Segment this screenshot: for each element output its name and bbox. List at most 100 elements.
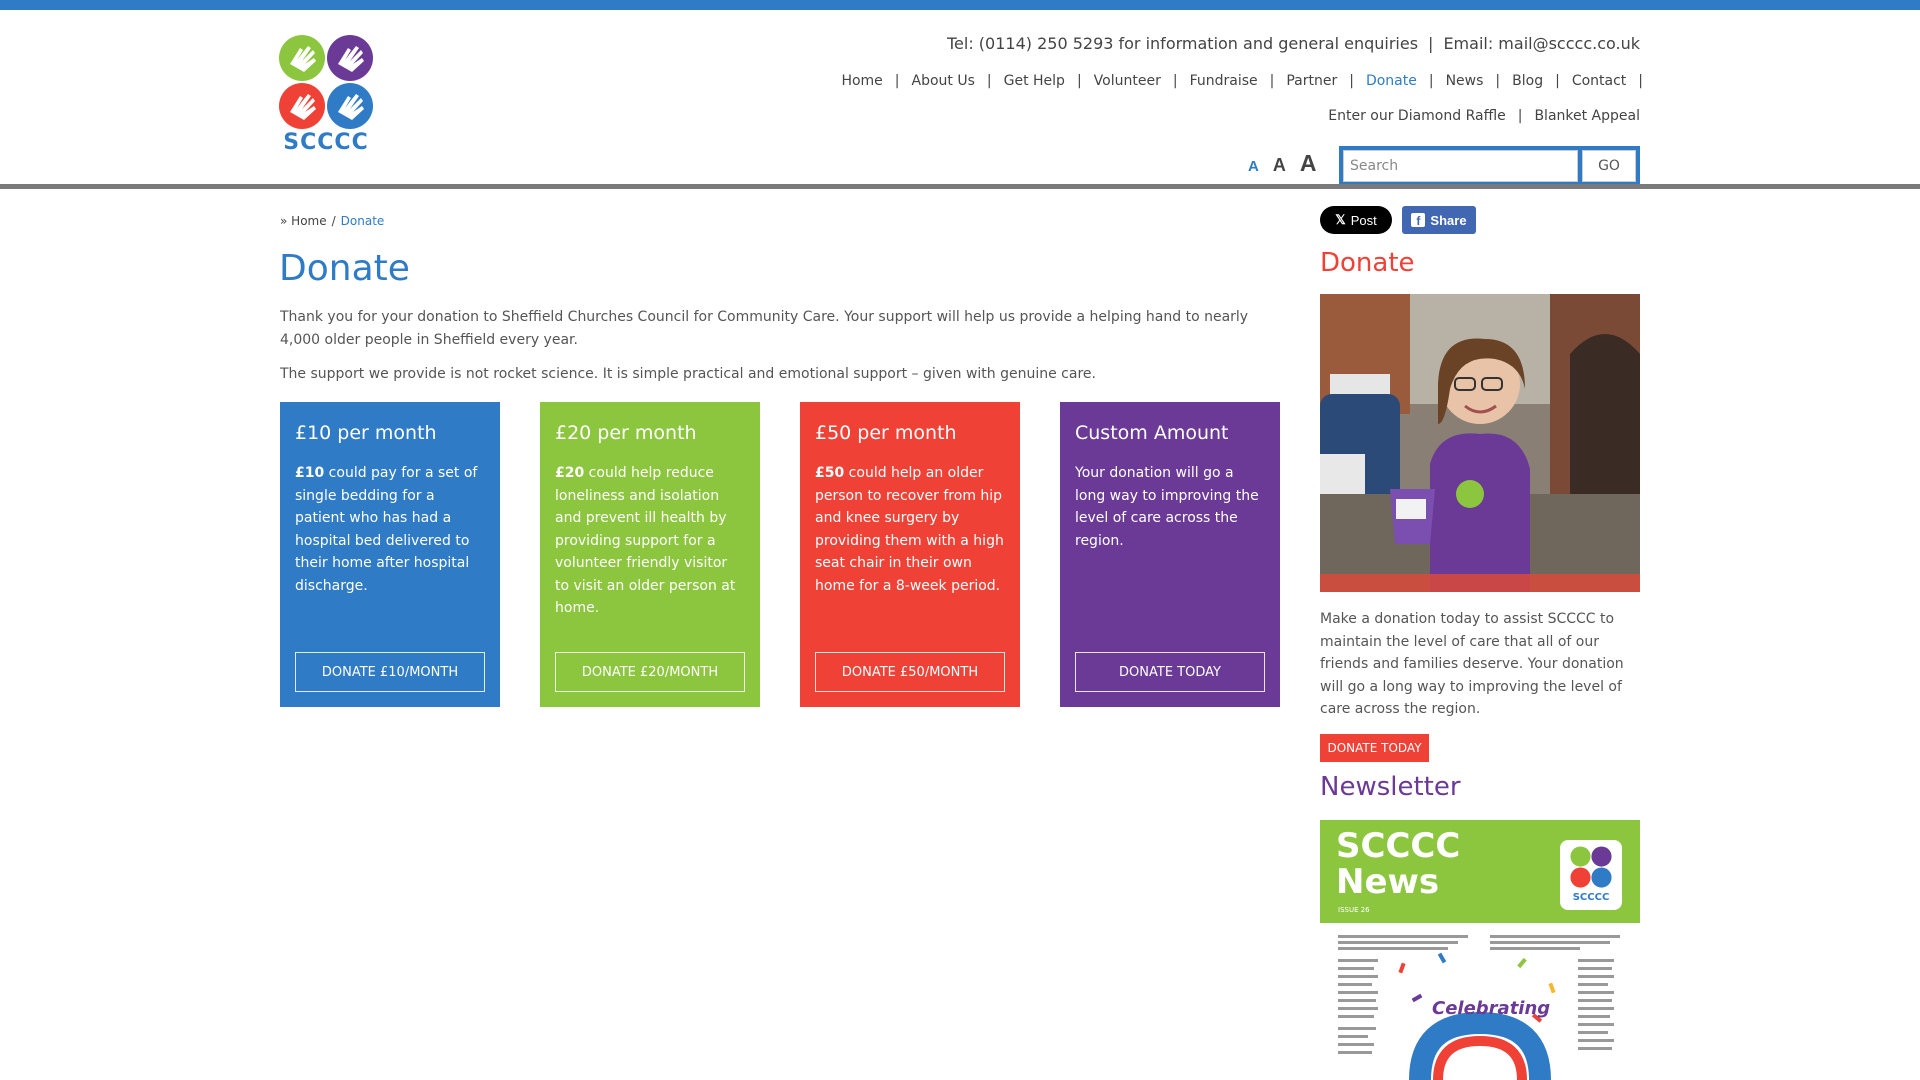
font-size-controls: A A A — [1248, 150, 1316, 177]
box-description: £50 could help an older person to recove… — [815, 462, 1005, 597]
breadcrumb-separator: / — [331, 214, 336, 228]
site-logo[interactable]: SCCCC — [278, 34, 378, 155]
newsletter-logo-icon — [1570, 846, 1612, 888]
sidebar-donate-text: Make a donation today to assist SCCCC to… — [1320, 611, 1624, 717]
search-go-button[interactable]: GO — [1582, 150, 1636, 182]
nav-link-partner[interactable]: Partner — [1286, 73, 1337, 89]
breadcrumb: » Home / Donate — [280, 214, 384, 228]
box-amount: £10 — [295, 465, 325, 481]
nav-separator: | — [1555, 73, 1560, 89]
donate-today-button[interactable]: DONATE TODAY — [1075, 652, 1265, 692]
nav-link-about-us[interactable]: About Us — [912, 73, 975, 89]
top-accent-bar — [0, 0, 1920, 10]
nav-item: About Us | — [912, 73, 1004, 89]
newsletter-celebrating-text: Celebrating — [1432, 998, 1551, 1019]
newsletter-issue: ISSUE 26 — [1338, 906, 1370, 914]
contact-phone: Tel: (0114) 250 5293 for information and… — [946, 34, 1419, 53]
nav-item: News | — [1446, 73, 1513, 89]
nav-separator: | — [1172, 73, 1178, 89]
volunteer-photo — [1320, 294, 1640, 592]
nav-blanket-appeal[interactable]: Blanket Appeal — [1534, 108, 1640, 124]
header-divider — [0, 184, 1920, 189]
nav-separator: | — [1495, 73, 1501, 89]
nav-link-blog[interactable]: Blog — [1512, 73, 1543, 89]
font-size-medium-button[interactable]: A — [1273, 155, 1286, 176]
donation-box-10: £10 per month £10 could pay for a set of… — [280, 402, 500, 707]
nav-item: Fundraise | — [1190, 73, 1287, 89]
breadcrumb-home-link[interactable]: Home — [291, 214, 326, 228]
nav-item: Volunteer | — [1094, 73, 1190, 89]
box-amount: £50 — [815, 465, 845, 481]
nav-separator: | — [1428, 73, 1434, 89]
nav-separator: | — [1269, 73, 1275, 89]
contact-info: Tel: (0114) 250 5293 for information and… — [947, 34, 1640, 53]
donate-50-button[interactable]: DONATE £50/MONTH — [815, 652, 1005, 692]
newsletter-cover[interactable]: SCCCC News ISSUE 26 SCCCC Celebrating — [1320, 820, 1640, 1080]
font-size-small-button[interactable]: A — [1248, 158, 1259, 175]
box-text: Your donation will go a long way to impr… — [1075, 465, 1259, 549]
nav-item: Home | — [841, 73, 911, 89]
intro-paragraph-2: The support we provide is not rocket sci… — [280, 366, 1096, 382]
newsletter-logo-text: SCCCC — [1572, 892, 1610, 903]
facebook-icon: f — [1411, 213, 1426, 227]
nav-item: Contact | — [1572, 73, 1643, 89]
sub-nav: Enter our Diamond Raffle | Blanket Appea… — [1328, 108, 1640, 124]
box-title: Custom Amount — [1075, 422, 1229, 444]
newsletter-title-line-1: SCCCC — [1336, 826, 1461, 866]
page-title: Donate — [279, 248, 410, 289]
box-title: £10 per month — [295, 422, 437, 444]
sidebar-newsletter-heading: Newsletter — [1320, 772, 1461, 802]
nav-item: Blog | — [1512, 73, 1572, 89]
donate-20-button[interactable]: DONATE £20/MONTH — [555, 652, 745, 692]
x-logo-icon: 𝕏 — [1335, 212, 1346, 227]
contact-email[interactable]: Email: mail@scccc.co.uk — [1443, 34, 1640, 53]
logo-text: SCCCC — [283, 130, 369, 155]
main-nav: Home | About Us | Get Help | Volunteer | Fundrai… — [841, 73, 1643, 89]
nav-link-get-help[interactable]: Get Help — [1004, 73, 1065, 89]
nav-separator: | — [1349, 73, 1354, 89]
nav-link-contact[interactable]: Contact — [1572, 73, 1626, 89]
nav-item: Partner | — [1286, 73, 1366, 89]
donation-box-custom: Custom Amount Your donation will go a lo… — [1060, 402, 1280, 707]
search-form: GO — [1339, 146, 1640, 186]
sidebar-donate-today-button[interactable]: DONATE TODAY — [1320, 734, 1429, 762]
social-buttons: 𝕏 Post f Share — [1320, 206, 1476, 234]
box-amount: £20 — [555, 465, 585, 481]
breadcrumb-prefix: » — [280, 214, 288, 228]
search-input[interactable] — [1343, 150, 1578, 182]
x-post-button[interactable]: 𝕏 Post — [1320, 206, 1392, 234]
newsletter-title-line-2: News — [1336, 862, 1440, 902]
font-size-large-button[interactable]: A — [1300, 150, 1317, 177]
nav-separator: | — [1517, 108, 1523, 124]
box-description: Your donation will go a long way to impr… — [1075, 462, 1265, 552]
nav-separator: | — [1638, 73, 1643, 89]
nav-separator: | — [1076, 73, 1082, 89]
breadcrumb-current: Donate — [340, 214, 385, 228]
nav-link-donate[interactable]: Donate — [1366, 73, 1417, 89]
box-text: could help reduce loneliness and isolati… — [555, 465, 736, 616]
nav-link-news[interactable]: News — [1446, 73, 1484, 89]
nav-diamond-raffle[interactable]: Enter our Diamond Raffle — [1328, 108, 1505, 124]
nav-link-home[interactable]: Home — [841, 73, 882, 89]
box-text: could help an older person to recover fr… — [815, 465, 1004, 594]
sidebar-donate-heading: Donate — [1320, 248, 1415, 278]
box-text: could pay for a set of single bedding fo… — [295, 465, 478, 594]
hands-logo-icon — [279, 35, 373, 129]
intro-paragraph: Thank you for your donation to Sheffield… — [280, 309, 1249, 348]
x-post-label: Post — [1350, 212, 1377, 228]
nav-item: Get Help | — [1004, 73, 1094, 89]
nav-separator: | — [894, 73, 900, 89]
box-title: £20 per month — [555, 422, 697, 444]
newsletter-logo: SCCCC — [1560, 840, 1622, 910]
facebook-share-button[interactable]: f Share — [1402, 206, 1476, 234]
donation-box-50: £50 per month £50 could help an older pe… — [800, 402, 1020, 707]
nav-link-fundraise[interactable]: Fundraise — [1190, 73, 1258, 89]
donation-box-20: £20 per month £20 could help reduce lone… — [540, 402, 760, 707]
donate-10-button[interactable]: DONATE £10/MONTH — [295, 652, 485, 692]
contact-separator: | — [1428, 34, 1434, 53]
nav-link-volunteer[interactable]: Volunteer — [1094, 73, 1161, 89]
facebook-share-label: Share — [1430, 212, 1467, 228]
nav-item: Donate | — [1366, 73, 1446, 89]
box-title: £50 per month — [815, 422, 957, 444]
box-description: £10 could pay for a set of single beddin… — [295, 462, 485, 597]
